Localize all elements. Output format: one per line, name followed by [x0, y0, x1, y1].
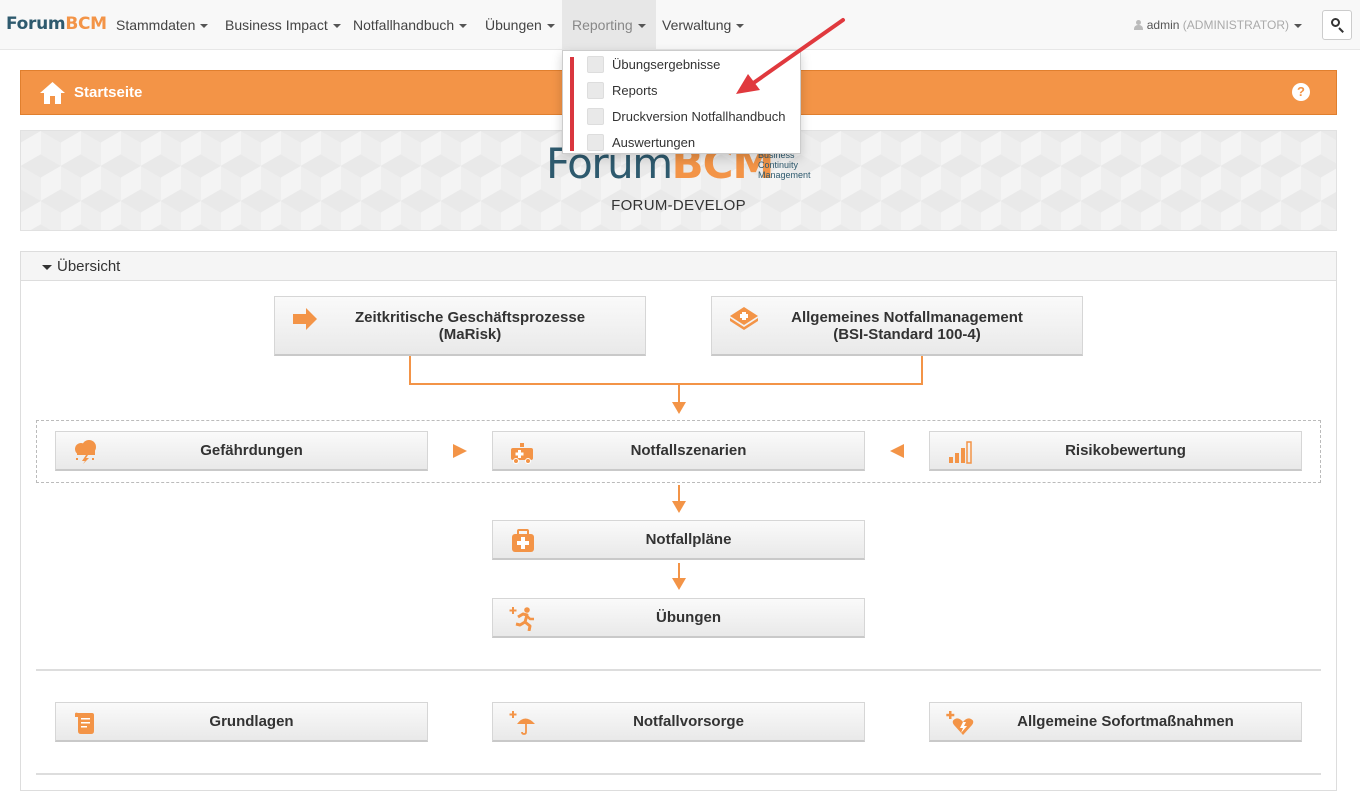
- tile-sublabel: (BSI-Standard 100-4): [833, 325, 981, 343]
- tile-label: Risikobewertung: [1065, 442, 1186, 459]
- menu-item-label: Reports: [612, 83, 658, 98]
- menu-item-druckversion[interactable]: Druckversion Notfallhandbuch: [587, 104, 785, 130]
- evaluation-icon: [587, 134, 604, 151]
- menu-item-uebungsergebnisse[interactable]: Übungsergebnisse: [587, 52, 720, 78]
- tile-uebungen[interactable]: Übungen: [492, 598, 865, 638]
- menu-item-auswertungen[interactable]: Auswertungen: [587, 130, 695, 156]
- tile-notfallszenarien[interactable]: Notfallszenarien: [492, 431, 865, 471]
- tile-label: Allgemeine Sofortmaßnahmen: [1017, 713, 1234, 730]
- tile-allgemeines-notfallmanagement[interactable]: Allgemeines Notfallmanagement (BSI-Stand…: [711, 296, 1083, 356]
- divider: [36, 669, 1321, 671]
- reporting-dropdown-menu: Übungsergebnisse Reports Druckversion No…: [562, 50, 801, 154]
- tile-label: Allgemeines Notfallmanagement: [791, 308, 1023, 326]
- menu-item-label: Druckversion Notfallhandbuch: [612, 109, 786, 124]
- tile-label: Übungen: [656, 609, 721, 626]
- menu-item-reports[interactable]: Reports: [587, 78, 658, 104]
- results-icon: [587, 56, 604, 73]
- tile-zeitkritische-geschaeftsprozesse[interactable]: Zeitkritische Geschäftsprozesse (MaRisk): [274, 296, 646, 356]
- menu-item-label: Auswertungen: [612, 135, 696, 150]
- tile-notfallplaene[interactable]: Notfallpläne: [492, 520, 865, 560]
- tile-label: Grundlagen: [209, 713, 294, 730]
- tile-sublabel: (MaRisk): [438, 325, 502, 343]
- tile-notfallvorsorge[interactable]: Notfallvorsorge: [492, 702, 865, 742]
- tile-label: Zeitkritische Geschäftsprozesse: [354, 308, 586, 326]
- menu-item-label: Übungsergebnisse: [612, 57, 721, 72]
- tile-grundlagen[interactable]: Grundlagen: [55, 702, 428, 742]
- tile-label: Notfallpläne: [645, 531, 732, 548]
- divider: [36, 773, 1321, 775]
- print-icon: [587, 108, 604, 125]
- tile-allgemeine-sofortmassnahmen[interactable]: Allgemeine Sofortmaßnahmen: [929, 702, 1302, 742]
- tile-label: Notfallvorsorge: [633, 713, 744, 730]
- tile-label: Gefährdungen: [200, 442, 303, 459]
- tile-label: Notfallszenarien: [630, 442, 747, 459]
- tile-risikobewertung[interactable]: Risikobewertung: [929, 431, 1302, 471]
- highlight-bar: [570, 57, 574, 151]
- tile-gefaehrdungen[interactable]: Gefährdungen: [55, 431, 428, 471]
- reports-icon: [587, 82, 604, 99]
